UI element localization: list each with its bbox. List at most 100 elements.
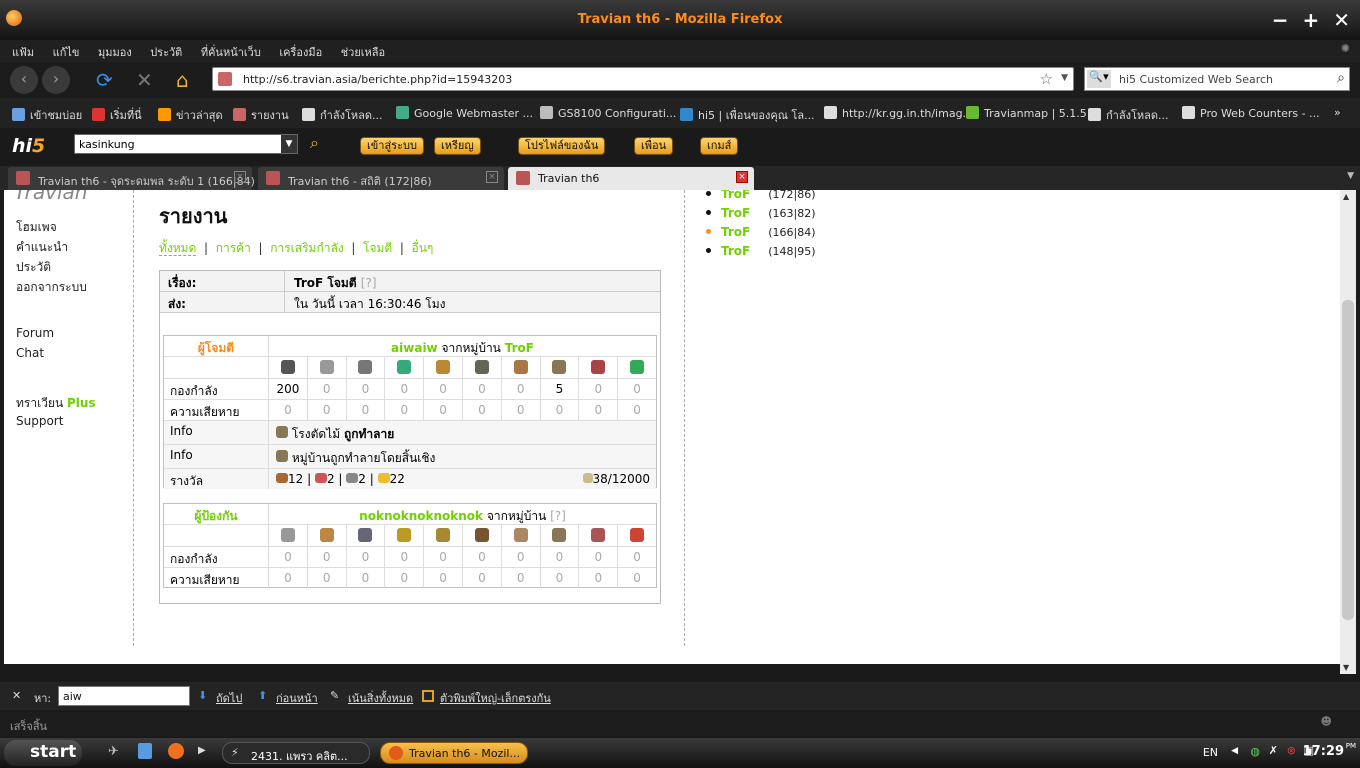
filter-trade[interactable]: การค้า [216,241,251,255]
filter-attack[interactable]: โจมตี [363,241,392,255]
network-icon[interactable]: ◍ [1250,745,1260,758]
sidebar-link-plus[interactable]: ทราเวียน Plus [16,394,96,413]
security-icon[interactable]: ⊗ [1287,744,1296,757]
taskbar-item-other[interactable]: ⚡ 2431. แพรว คลิต... [222,742,370,764]
menu-file[interactable]: แฟ้ม [12,43,34,61]
sidebar-link-logout[interactable]: ออกจากระบบ [16,278,87,297]
quicklaunch-more-icon[interactable]: ▶ [198,745,206,756]
scrollbar-thumb[interactable] [1342,300,1354,620]
sidebar-link-help[interactable]: คำแนะนำ [16,238,68,257]
bookmark-item[interactable]: รายงาน [233,106,289,124]
find-prev-button[interactable]: ก่อนหน้า [276,689,318,707]
minimize-button[interactable]: − [1272,8,1289,32]
bookmark-item[interactable]: กำลังโหลด... [302,106,382,124]
hi5-login-button[interactable]: เข้าสู่ระบบ [360,137,424,155]
tab-report[interactable]: Travian th6 × [508,167,754,190]
tab-rally-point[interactable]: Travian th6 - จุดระดมพล ระดับ 1 (166|84)… [8,167,255,190]
bookmark-item[interactable]: Travianmap | 5.1.5 [966,106,1087,120]
bookmark-item[interactable]: hi5 | เพื่อนของคุณ โล... [680,106,815,124]
menu-history[interactable]: ประวัติ [150,43,182,61]
find-input[interactable]: aiw [58,686,190,706]
village-bullet [706,248,711,253]
subject-help-link[interactable]: [?] [361,276,377,290]
bookmark-item[interactable]: Google Webmaster ... [396,106,533,120]
scroll-up-icon[interactable]: ▲ [1343,192,1349,201]
find-close-icon[interactable]: ✕ [12,689,21,702]
bookmark-item[interactable]: Pro Web Counters - ... [1182,106,1320,120]
defender-player-link[interactable]: noknoknoknoknok [359,509,483,523]
highlight-all-button[interactable]: เน้นสิ่งทั้งหมด [348,689,413,707]
village-list-item-active[interactable]: TroF (166|84) [706,225,816,239]
menu-edit[interactable]: แก้ไข [53,43,80,61]
back-button[interactable]: ‹ [10,66,38,94]
tool-icon[interactable]: ✗ [1269,744,1278,757]
hi5-profile-button[interactable]: โปรไฟล์ของฉัน [518,137,606,155]
bookmark-star-icon[interactable]: ☆ [1040,70,1053,88]
sidebar-link-forum[interactable]: Forum [16,326,54,340]
maximize-button[interactable]: + [1302,8,1319,32]
match-case-label[interactable]: ตัวพิมพ์ใหญ่-เล็กตรงกัน [440,689,551,707]
attacker-player-link[interactable]: aiwaiw [391,341,438,355]
hi5-friends-button[interactable]: เพื่อน [634,137,674,155]
reload-icon[interactable]: ⟳ [96,68,113,92]
tray-expand-icon[interactable]: ◀ [1231,746,1238,756]
hi5-search-field[interactable]: kasinkung ▼ [74,134,298,154]
hi5-coins-button[interactable]: เหรียญ [434,137,481,155]
sidebar-link-chat[interactable]: Chat [16,346,44,360]
scroll-down-icon[interactable]: ▼ [1343,663,1349,672]
quicklaunch-icon-1[interactable]: ✈ [108,744,119,759]
tab-statistics[interactable]: Travian th6 - สถิติ (172|86) × [258,167,504,190]
filter-all[interactable]: ทั้งหมด [159,241,197,256]
bookmark-item[interactable]: กำลังโหลด... [1088,106,1168,124]
hi5-dropdown-icon[interactable]: ▼ [281,135,297,153]
menu-help[interactable]: ช่วยเหลือ [341,43,385,61]
village-list-item[interactable]: TroF (172|86) [706,190,816,201]
search-engine-icon[interactable]: 🔍▾ [1087,70,1111,88]
sidebar-link-home[interactable]: โฮมเพจ [16,218,57,237]
language-indicator[interactable]: EN [1203,746,1218,759]
addon-icon[interactable]: ☻ [1321,715,1332,728]
tab-close-icon[interactable]: × [234,171,246,183]
home-icon[interactable]: ⌂ [176,68,189,92]
filter-other[interactable]: อื่นๆ [412,241,434,255]
menu-tools[interactable]: เครื่องมือ [279,43,322,61]
bookmark-item[interactable]: ข่าวล่าสุด [158,106,223,124]
window-title: Travian th6 - Mozilla Firefox [577,12,783,27]
close-button[interactable]: ✕ [1333,8,1350,32]
search-go-icon[interactable]: ⌕ [1337,70,1345,86]
tab-list-icon[interactable]: ▼ [1347,171,1354,181]
bookmark-item[interactable]: เข้าชมบ่อย [12,106,82,124]
menu-view[interactable]: มุมมอง [98,43,132,61]
sidebar-link-history[interactable]: ประวัติ [16,258,51,277]
attacker-village-link[interactable]: TroF [505,341,534,355]
bookmarks-overflow-button[interactable]: » [1334,106,1341,119]
quicklaunch-icon-3[interactable] [168,743,184,759]
clock[interactable]: 17:29 [1303,744,1344,759]
bookmark-item[interactable]: เริ่มที่นี่ [92,106,142,124]
taskbar-item-firefox[interactable]: Travian th6 - Mozil... [380,742,528,764]
stop-icon[interactable]: ✕ [136,68,153,92]
quicklaunch-icon-2[interactable] [138,743,152,759]
village-list-item[interactable]: TroF (148|95) [706,244,816,258]
bookmark-item[interactable]: GS8100 Configurati... [540,106,676,120]
hi5-logo[interactable]: hi5 [12,135,45,157]
hi5-games-button[interactable]: เกมส์ [700,137,739,155]
tab-close-icon[interactable]: × [486,171,498,183]
menu-bookmarks[interactable]: ที่คั่นหน้าเว็บ [201,43,261,61]
hi5-search-icon[interactable]: ⌕ [310,133,319,153]
start-button[interactable]: start [4,740,82,766]
defender-help-link[interactable]: [?] [550,509,566,523]
url-dropdown-icon[interactable]: ▼ [1061,73,1068,83]
find-next-button[interactable]: ถัดไป [216,689,242,707]
vertical-scrollbar[interactable]: ▲ ▼ [1340,190,1356,674]
match-case-checkbox[interactable] [422,690,434,702]
bookmark-item[interactable]: http://kr.gg.in.th/imag... [824,106,973,120]
sidebar-link-support[interactable]: Support [16,414,63,428]
search-input[interactable]: hi5 Customized Web Search [1119,73,1273,86]
forward-button[interactable]: › [42,66,70,94]
filter-reinforce[interactable]: การเสริมกำลัง [270,241,343,255]
village-list-item[interactable]: TroF (163|82) [706,206,816,220]
url-bar[interactable]: http://s6.travian.asia/berichte.php?id=1… [212,67,1074,91]
search-box[interactable]: 🔍▾ hi5 Customized Web Search ⌕ [1084,67,1350,91]
tab-close-icon[interactable]: × [736,171,748,183]
